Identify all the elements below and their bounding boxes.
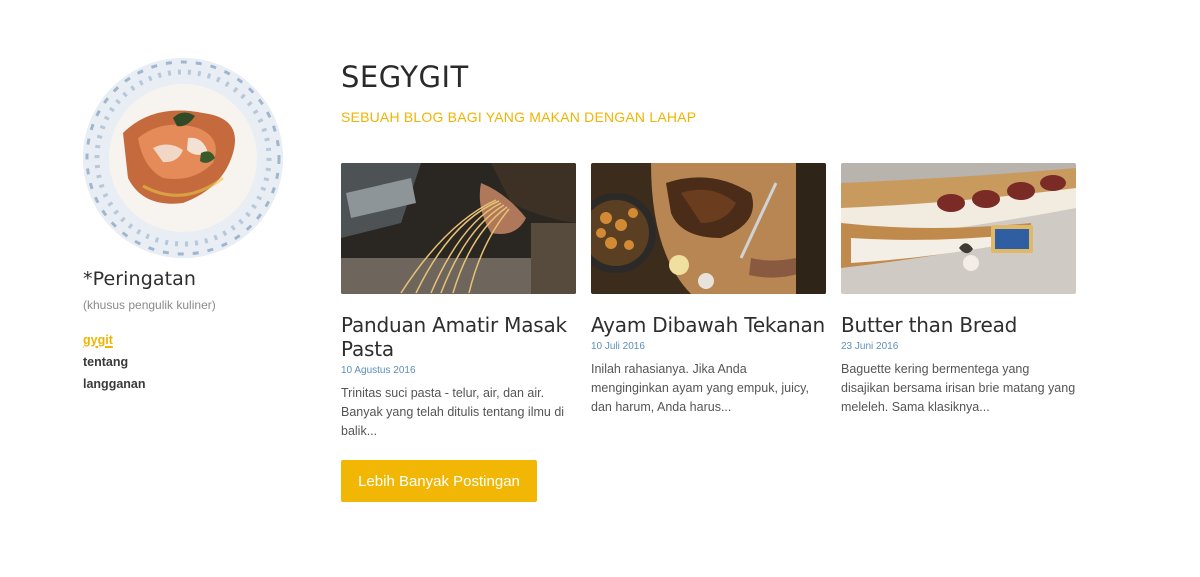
nav-item-tentang[interactable]: tentang [83,351,303,373]
sidebar-nav: gygit tentang langganan [83,329,303,395]
post-card: Panduan Amatir Masak Pasta 10 Agustus 20… [341,163,576,441]
nav-item-langganan[interactable]: langganan [83,373,303,395]
nav-item-gygit[interactable]: gygit [83,329,303,351]
sidebar-subtitle: (khusus pengulik kuliner) [83,298,216,312]
post-card: Butter than Bread 23 Juni 2016 Baguette … [841,163,1076,441]
more-posts-button[interactable]: Lebih Banyak Postingan [341,460,537,502]
post-date: 23 Juni 2016 [841,341,899,352]
post-date: 10 Agustus 2016 [341,365,416,376]
nav-item-label[interactable]: langganan [83,377,146,391]
site-tagline: SEBUAH BLOG BAGI YANG MAKAN DENGAN LAHAP [341,109,697,125]
post-title[interactable]: Ayam Dibawah Tekanan [591,313,826,337]
site-title[interactable]: SEGYGIT [341,60,1101,94]
post-card: Ayam Dibawah Tekanan 10 Juli 2016 Inilah… [591,163,826,441]
post-excerpt: Baguette kering bermentega yang disajika… [841,362,1076,414]
post-thumbnail-bread[interactable] [841,163,1076,294]
post-thumbnail-pasta[interactable] [341,163,576,294]
post-thumbnail-chicken[interactable] [591,163,826,294]
nav-item-label[interactable]: gygit [83,333,113,347]
sidebar: *Peringatan (khusus pengulik kuliner) gy… [83,58,303,395]
main-content: SEGYGIT SEBUAH BLOG BAGI YANG MAKAN DENG… [341,60,1101,502]
post-title[interactable]: Butter than Bread [841,313,1076,337]
avatar [83,58,283,258]
post-date: 10 Juli 2016 [591,341,645,352]
post-excerpt: Trinitas suci pasta - telur, air, dan ai… [341,386,565,438]
post-title[interactable]: Panduan Amatir Masak Pasta [341,313,576,361]
post-grid: Panduan Amatir Masak Pasta 10 Agustus 20… [341,163,1076,441]
sidebar-title: *Peringatan [83,268,197,290]
post-excerpt: Inilah rahasianya. Jika Anda menginginka… [591,362,809,414]
nav-item-label[interactable]: tentang [83,355,128,369]
